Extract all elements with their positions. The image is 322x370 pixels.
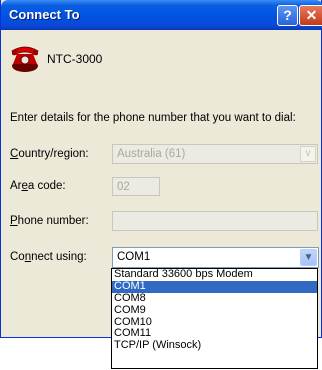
- country-label: Country/region:: [10, 148, 89, 160]
- help-button[interactable]: ?: [277, 5, 298, 26]
- country-value: Australia (61): [117, 148, 186, 160]
- country-select[interactable]: Australia (61) ∨: [112, 144, 318, 164]
- chevron-down-icon[interactable]: ▼: [300, 249, 317, 266]
- area-code-value: 02: [117, 181, 130, 193]
- title-bar[interactable]: Connect To ? ✕: [1, 0, 322, 30]
- phone-number-input[interactable]: [112, 211, 318, 231]
- instructions-text: Enter details for the phone number that …: [10, 112, 296, 124]
- phone-label: Phone number:: [10, 215, 89, 227]
- connect-using-label: Connect using:: [10, 251, 87, 263]
- connect-using-select[interactable]: COM1 ▼: [112, 247, 319, 268]
- chevron-down-icon: ∨: [300, 146, 316, 162]
- connection-name: NTC-3000: [47, 52, 103, 66]
- dropdown-option-selected[interactable]: COM1: [112, 280, 317, 293]
- dropdown-option[interactable]: TCP/IP (Winsock): [112, 339, 317, 352]
- area-label: Area code:: [10, 180, 66, 192]
- dropdown-option[interactable]: COM9: [112, 304, 317, 317]
- area-code-input[interactable]: 02: [112, 177, 160, 196]
- close-button[interactable]: ✕: [299, 5, 322, 26]
- connect-using-value: COM1: [117, 251, 151, 263]
- connect-using-dropdown-list: Standard 33600 bps Modem COM1 COM8 COM9 …: [111, 268, 318, 369]
- window-title: Connect To: [9, 7, 80, 22]
- phone-icon: [11, 46, 39, 72]
- dropdown-option[interactable]: COM8: [112, 292, 317, 305]
